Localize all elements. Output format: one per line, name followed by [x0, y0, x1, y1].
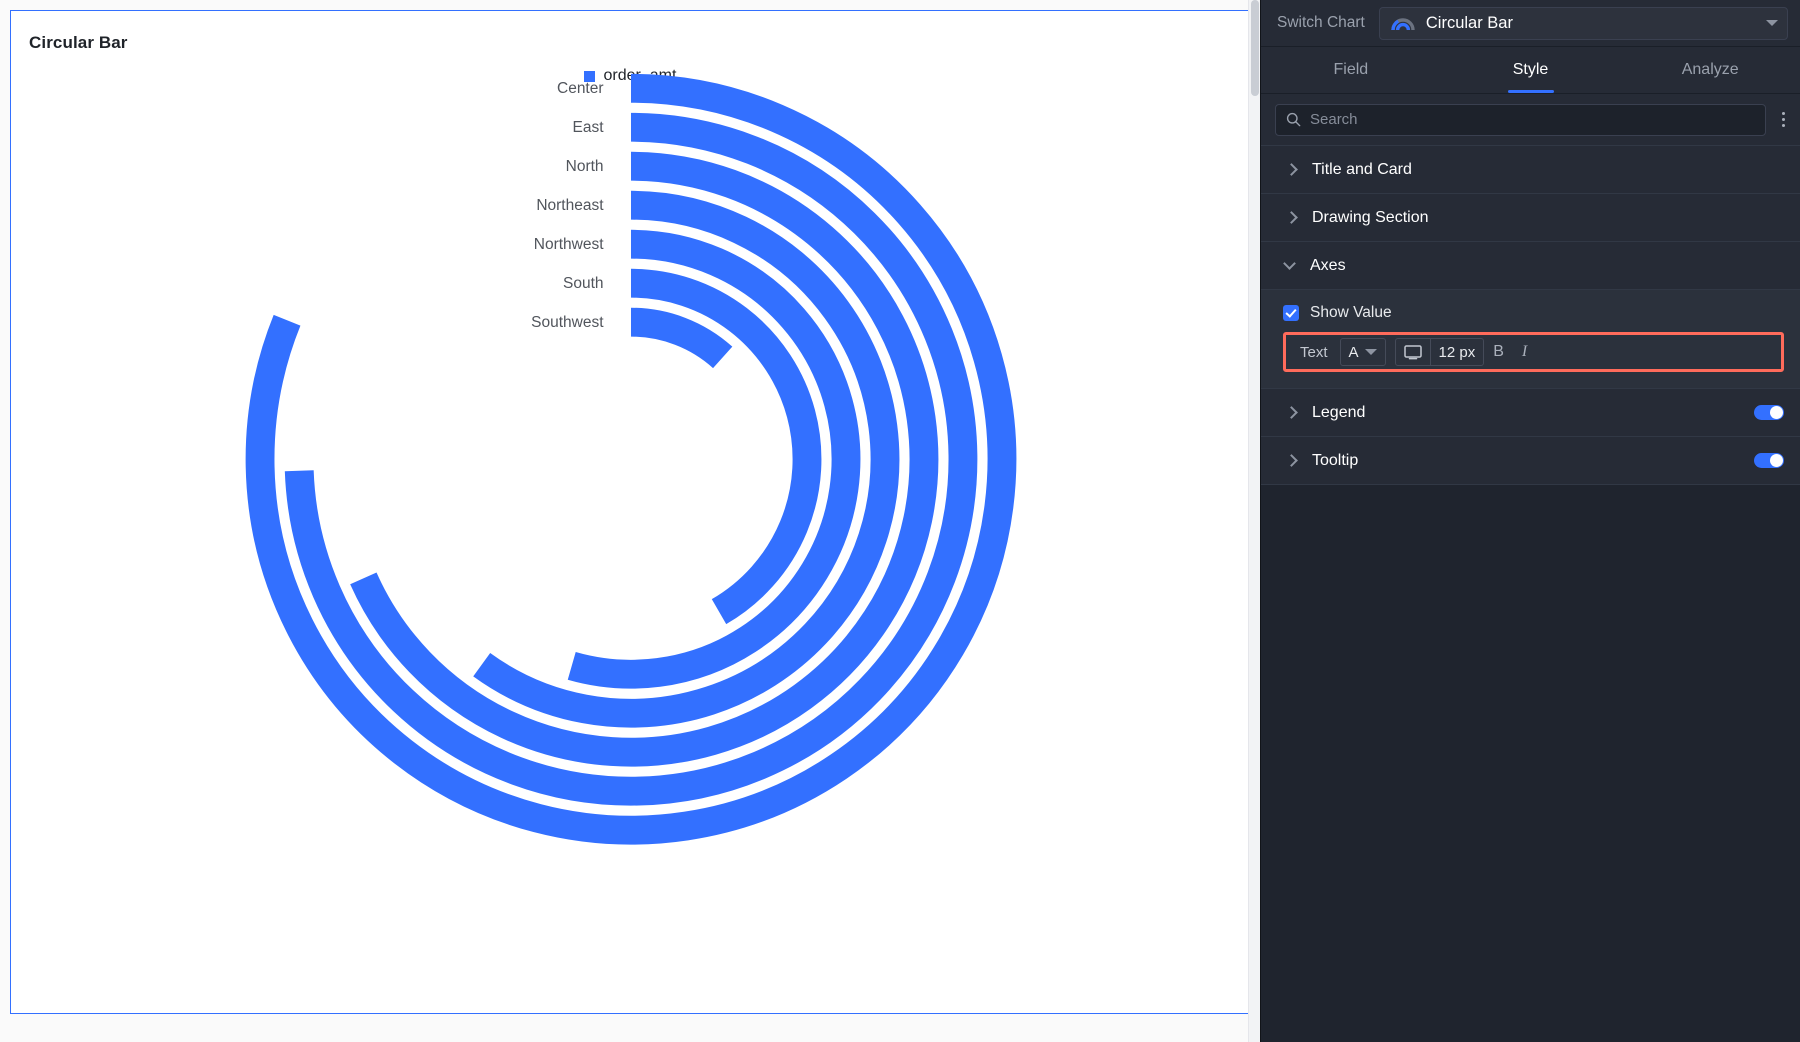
- panel-empty-area: [1261, 485, 1800, 1042]
- axes-section-body: Show Value Text A 12 px B I: [1261, 290, 1800, 389]
- chevron-right-icon: [1285, 454, 1298, 467]
- search-box[interactable]: [1275, 103, 1766, 136]
- chart-workspace: Circular Bar order_amt Center East North No…: [0, 0, 1260, 1042]
- search-icon: [1286, 112, 1301, 127]
- search-row: [1261, 94, 1800, 146]
- tab-analyze[interactable]: Analyze: [1620, 47, 1800, 93]
- tab-style[interactable]: Style: [1441, 47, 1621, 93]
- legend-toggle[interactable]: [1754, 405, 1784, 420]
- chevron-down-icon: [1364, 349, 1377, 355]
- category-axis-label: Center: [557, 79, 604, 97]
- section-legend-label: Legend: [1312, 403, 1366, 421]
- workspace-scrollbar[interactable]: [1248, 0, 1260, 1042]
- tab-field[interactable]: Field: [1261, 47, 1441, 93]
- text-controls-label: Text: [1300, 343, 1328, 361]
- monitor-icon: [1403, 344, 1422, 359]
- font-letter-label: A: [1348, 343, 1359, 361]
- section-legend[interactable]: Legend: [1261, 389, 1800, 437]
- category-axis-label: South: [563, 275, 604, 293]
- chart-type-select[interactable]: Circular Bar: [1378, 6, 1788, 40]
- chevron-down-icon: [1283, 257, 1296, 270]
- category-axis-label: North: [565, 157, 604, 175]
- circular-bar-icon: [1391, 18, 1415, 31]
- switch-chart-label: Switch Chart: [1277, 14, 1365, 31]
- font-family-control[interactable]: A: [1339, 338, 1386, 366]
- more-options-icon[interactable]: [1772, 104, 1794, 136]
- font-size-value: 12 px: [1438, 343, 1476, 361]
- chevron-right-icon: [1285, 406, 1298, 419]
- show-value-label: Show Value: [1310, 304, 1392, 321]
- section-drawing-section-label: Drawing Section: [1312, 208, 1429, 226]
- chevron-right-icon: [1285, 163, 1298, 176]
- device-preview-button[interactable]: [1396, 339, 1430, 365]
- workspace-scrollbar-thumb[interactable]: [1251, 0, 1259, 96]
- font-size-button[interactable]: 12 px: [1429, 339, 1484, 365]
- font-size-control[interactable]: 12 px: [1394, 338, 1485, 366]
- search-input[interactable]: [1310, 111, 1755, 128]
- font-family-button[interactable]: A: [1341, 339, 1385, 365]
- show-value-checkbox[interactable]: [1283, 305, 1299, 321]
- chevron-right-icon: [1285, 211, 1298, 224]
- section-axes-label: Axes: [1310, 256, 1346, 274]
- section-axes[interactable]: Axes: [1261, 242, 1800, 290]
- category-axis-label: Northwest: [533, 236, 604, 254]
- tooltip-toggle[interactable]: [1754, 453, 1784, 468]
- bold-button[interactable]: B: [1484, 335, 1513, 369]
- text-style-controls: Text A 12 px B I: [1283, 332, 1784, 372]
- section-drawing-section[interactable]: Drawing Section: [1261, 194, 1800, 242]
- category-axis-label: Southwest: [531, 314, 604, 332]
- section-tooltip[interactable]: Tooltip: [1261, 437, 1800, 485]
- panel-header: Switch Chart Circular Bar: [1261, 0, 1800, 47]
- panel-tabs: Field Style Analyze: [1261, 47, 1800, 94]
- chart-card[interactable]: Circular Bar order_amt Center East North No…: [10, 10, 1250, 1014]
- category-axis-label: East: [572, 118, 604, 136]
- style-settings-panel: Switch Chart Circular Bar Field Style An…: [1260, 0, 1800, 1042]
- section-tooltip-label: Tooltip: [1312, 451, 1359, 469]
- section-title-and-card-label: Title and Card: [1312, 160, 1412, 178]
- italic-button[interactable]: I: [1513, 335, 1536, 369]
- show-value-row: Show Value: [1283, 304, 1784, 322]
- circular-bar-segment[interactable]: [630, 307, 733, 369]
- section-title-and-card[interactable]: Title and Card: [1261, 146, 1800, 194]
- circular-bar-plot[interactable]: [11, 11, 1249, 1013]
- category-axis-label: Northeast: [536, 197, 604, 214]
- chart-type-name: Circular Bar: [1425, 13, 1513, 32]
- chevron-down-icon: [1766, 20, 1778, 26]
- circular-bar-segment[interactable]: [284, 112, 978, 806]
